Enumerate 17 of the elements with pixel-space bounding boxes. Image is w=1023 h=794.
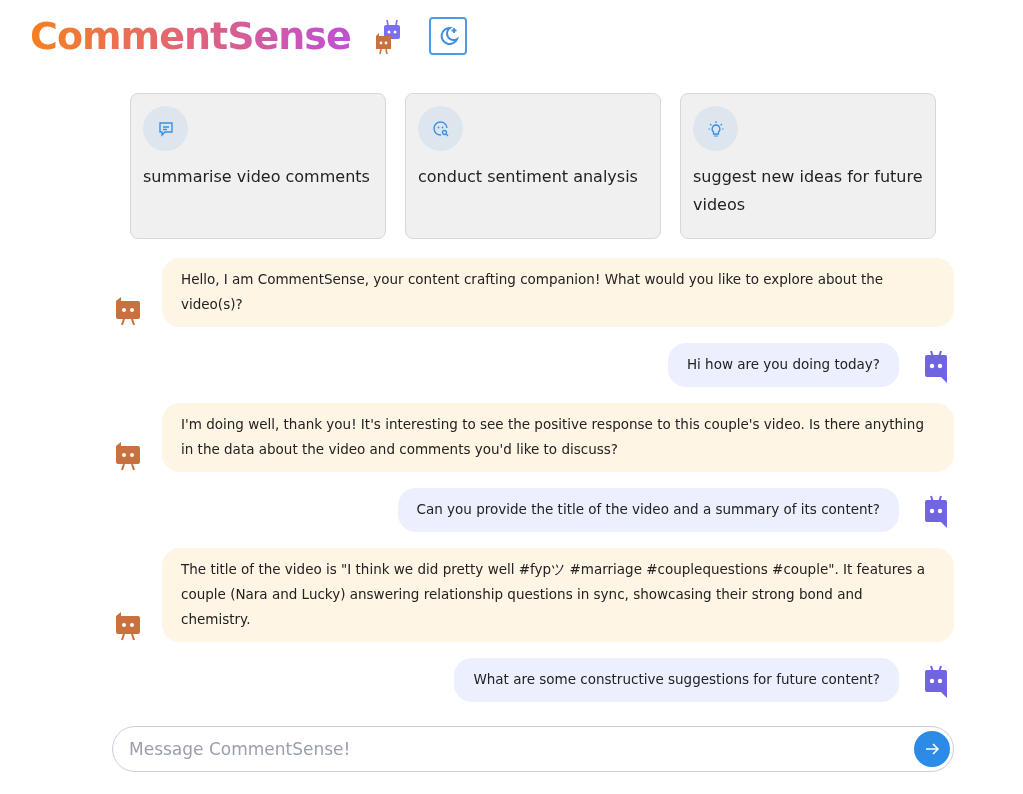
suggestion-card[interactable]: conduct sentiment analysis bbox=[405, 93, 661, 239]
suggestion-label: conduct sentiment analysis bbox=[418, 166, 639, 188]
lightbulb-icon bbox=[706, 119, 725, 138]
bot-message: Hello, I am CommentSense, your content crafting companion! What would you like to explore about the video(s)? bbox=[162, 258, 954, 327]
suggestion-card[interactable]: suggest new ideas for future videos bbox=[680, 93, 936, 239]
user-message: What are some constructive suggestions for future content? bbox=[454, 658, 899, 702]
suggestion-label: summarise video comments bbox=[143, 166, 371, 188]
bot-message: I'm doing well, thank you! It's interesting to see the positive response to this couple's video. Is there anything in the data about the video and comments you'd like to discuss? bbox=[162, 403, 954, 472]
user-message: Hi how are you doing today? bbox=[667, 343, 899, 387]
message-field[interactable]: Message CommentSense! bbox=[112, 726, 954, 772]
chat-icon bbox=[156, 119, 175, 138]
bot-message: The title of the video is "I think we did pretty well #fypツ #marriage #couplequestions #couple". It features a couple (Nara and Lucky) answering relationship questions in sync, showcasing their strong bond and chemistry. bbox=[162, 548, 954, 642]
user-message: Can you provide the title of the video and a summary of its content? bbox=[397, 488, 899, 532]
suggestion-label: suggest new ideas for future videos bbox=[693, 166, 923, 216]
face-search-icon bbox=[431, 119, 450, 138]
dark-mode-button[interactable] bbox=[428, 17, 467, 55]
suggestion-card[interactable]: summarise video comments bbox=[130, 93, 386, 239]
